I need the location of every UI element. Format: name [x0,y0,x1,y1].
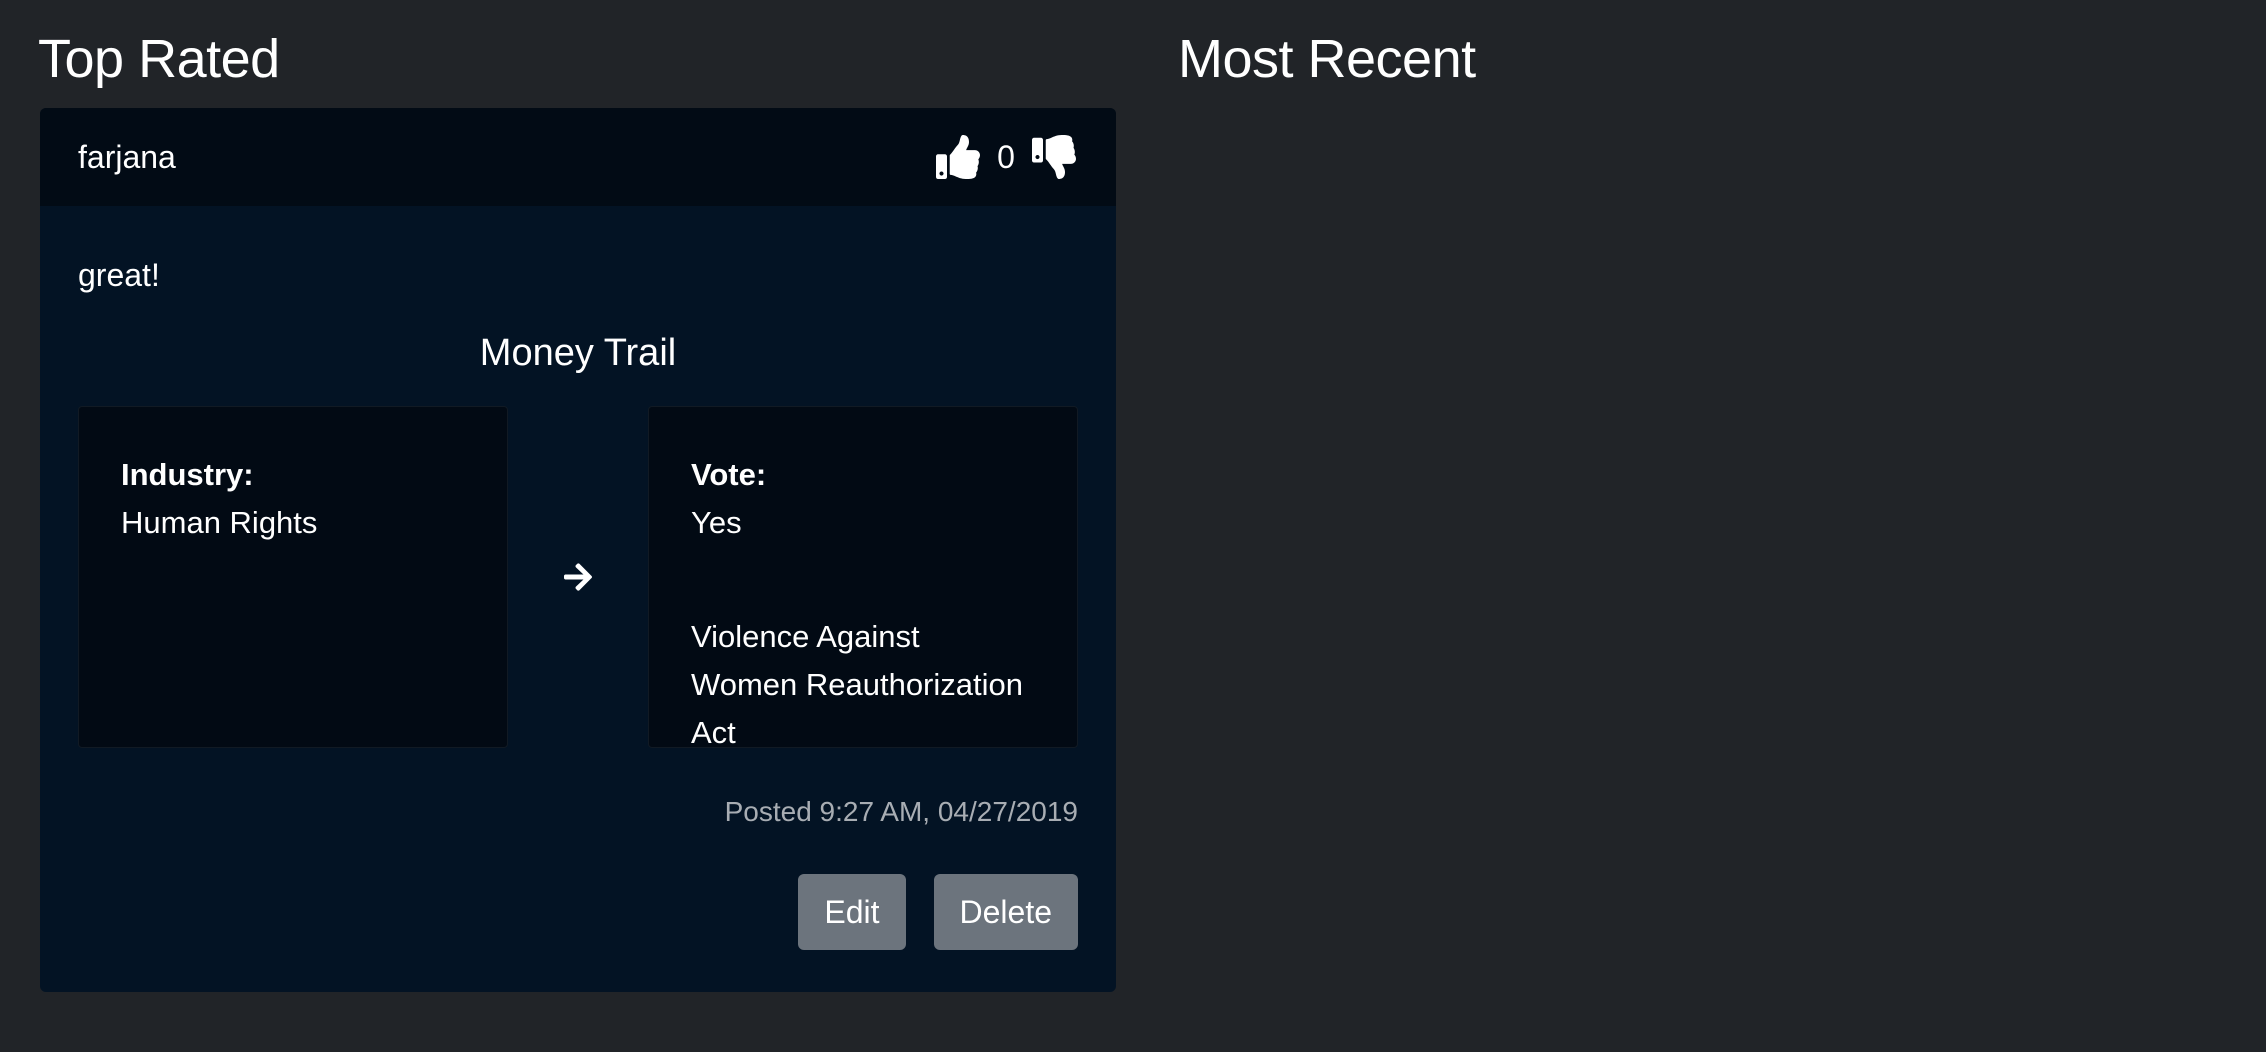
industry-label: Industry: [121,457,254,492]
top-rated-column: Top Rated farjana 0 great! Money Trail I… [38,0,1116,992]
arrow-right-icon [558,557,598,597]
post-comment: great! [78,257,160,293]
post-card: farjana 0 great! Money Trail Industry: H… [40,108,1116,992]
edit-button[interactable]: Edit [798,874,906,950]
post-card-body: great! Money Trail Industry: Human Right… [40,206,1116,992]
post-timestamp: Posted 9:27 AM, 04/27/2019 [724,796,1078,827]
post-actions: Edit Delete [78,874,1078,950]
industry-value: Human Rights [121,505,318,540]
bill-name-line: Act [691,715,736,750]
thumbs-up-icon[interactable] [934,133,982,181]
thumbs-down-icon[interactable] [1030,133,1078,181]
industry-box: Industry: Human Rights [78,406,508,748]
most-recent-heading: Most Recent [1178,29,1476,89]
vote-score: 0 [997,138,1015,175]
money-trail: Industry: Human Rights Vote: Yes Violenc… [78,406,1078,750]
bill-name-line: Violence Against [691,619,920,654]
page: Top Rated farjana 0 great! Money Trail I… [0,0,2266,1052]
rating-controls: 0 [934,133,1078,181]
vote-box: Vote: Yes Violence Against Women Reautho… [648,406,1078,750]
most-recent-column: Most Recent [1178,0,2228,108]
delete-button[interactable]: Delete [933,874,1078,950]
post-card-header: farjana 0 [40,108,1116,206]
vote-value: Yes [691,505,742,540]
top-rated-heading: Top Rated [38,29,280,89]
money-trail-title: Money Trail [479,332,677,374]
vote-label: Vote: [691,457,767,492]
bill-name-line: Women Reauthorization [691,667,1023,702]
post-username: farjana [78,138,176,175]
